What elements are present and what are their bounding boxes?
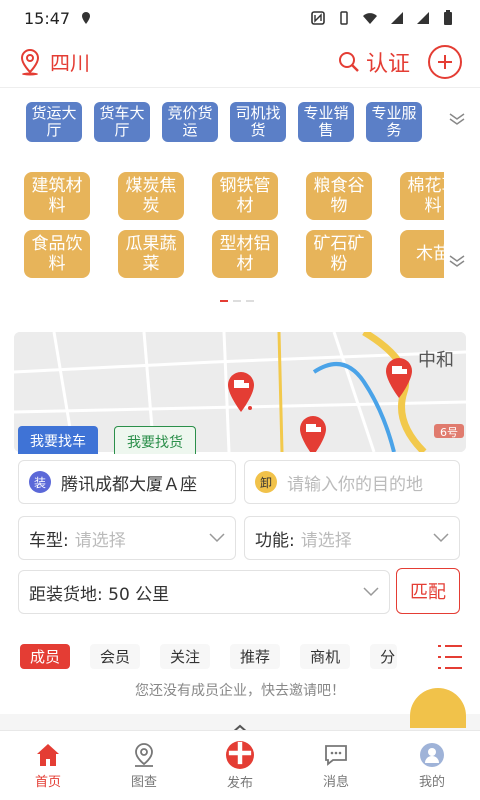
plus-icon [438,54,452,69]
category-food-drink[interactable]: 食品饮料 [24,230,90,278]
page-indicator [220,300,254,302]
member-tabs: 成员 会员 关注 推荐 商机 分 [20,644,398,669]
nav-home-label: 首页 [34,774,61,790]
tab-business[interactable]: 商机 [300,644,351,669]
profile-avatar-icon [420,742,444,767]
category-pro-service[interactable]: 专业服务 [366,102,422,142]
vibrate-icon [340,11,348,25]
nav-messages-label: 消息 [322,774,349,790]
certify-button[interactable]: 认证 [338,46,410,78]
nfc-icon [311,11,325,25]
truck-marker-icon[interactable] [226,372,256,412]
city-name: 四川 [50,51,90,75]
chevron-down-icon [433,533,449,543]
battery-icon [444,10,452,25]
goods-categories: 建筑材料 煤炭焦炭 钢铁管材 粮食谷物 棉花草料 食品饮料 瓜果蔬菜 型材铝材 … [24,172,444,284]
certify-label: 认证 [365,51,410,77]
page-dot [220,300,228,302]
nav-publish[interactable]: 发布 [192,731,288,800]
category-bid-freight[interactable]: 竞价货运 [162,102,218,142]
function-select[interactable]: 功能: 请选择 [244,516,460,560]
app-header: 四川 认证 [0,36,480,88]
nav-profile[interactable]: 我的 [384,731,480,800]
location-pin-icon [20,48,40,75]
distance-select[interactable]: 距装货地: 50 公里 [18,570,390,614]
signal-icon [391,12,403,24]
match-button[interactable]: 匹配 [396,568,460,614]
nav-publish-label: 发布 [226,775,253,791]
tab-more[interactable]: 分 [370,644,398,669]
destination-placeholder: 请输入你的目的地 [287,474,423,495]
add-button[interactable] [428,44,462,79]
truck-marker-icon[interactable] [384,358,414,398]
category-profile-aluminum[interactable]: 型材铝材 [212,230,278,278]
map-place-label: 中和 [418,350,454,371]
truck-type-label: 车型: [29,530,69,551]
category-fruit-veg[interactable]: 瓜果蔬菜 [118,230,184,278]
origin-value: 腾讯成都大厦Ａ座 [61,474,197,495]
distance-value: 距装货地: 50 公里 [29,584,170,605]
list-menu-icon[interactable] [436,642,464,672]
expand-goods-chevron-icon[interactable] [448,254,466,268]
truck-marker-icon[interactable] [298,416,328,452]
map-pin-icon [135,742,153,767]
nav-messages[interactable]: 消息 [288,731,384,800]
page-dot [233,300,241,302]
hall-categories: 货运大厅 货车大厅 竞价货运 司机找货 专业销售 专业服务 [26,102,422,142]
tab-find-cargo[interactable]: 我要找货 [114,426,196,454]
signal-2-icon [417,12,429,24]
function-label: 功能: [255,530,295,551]
publish-plus-icon [226,740,254,769]
city-selector[interactable]: 四川 [18,47,90,76]
tab-members[interactable]: 成员 [20,644,71,669]
nav-map-label: 图查 [130,774,157,790]
category-panel: 货运大厅 货车大厅 竞价货运 司机找货 专业销售 专业服务 建筑材料 煤炭焦炭 … [0,88,480,320]
category-ore-powder[interactable]: 矿石矿粉 [306,230,372,278]
wifi-icon [363,13,377,24]
destination-field[interactable]: 卸 请输入你的目的地 [244,460,460,504]
truck-type-select[interactable]: 车型: 请选择 [18,516,236,560]
category-steel-pipes[interactable]: 钢铁管材 [212,172,278,220]
category-grain[interactable]: 粮食谷物 [306,172,372,220]
chevron-down-icon [209,533,225,543]
chevron-down-icon [363,587,379,597]
location-status-icon [82,12,91,24]
function-placeholder: 请选择 [300,530,352,551]
load-badge: 装 [29,471,51,493]
nav-map-search[interactable]: 图查 [96,731,192,800]
unload-badge: 卸 [255,471,277,493]
nav-home[interactable]: 首页 [0,731,96,800]
truck-type-placeholder: 请选择 [74,530,126,551]
category-pro-sales[interactable]: 专业销售 [298,102,354,142]
tab-recommend[interactable]: 推荐 [230,644,281,669]
nav-profile-label: 我的 [418,774,445,790]
expand-chevron-icon[interactable] [448,112,466,126]
members-section: 成员 会员 关注 推荐 商机 分 您还没有成员企业，快去邀请吧！ [0,632,480,714]
road-number-tag: 6号 [440,426,458,439]
category-freight-hall[interactable]: 货运大厅 [26,102,82,142]
tab-vip[interactable]: 会员 [90,644,141,669]
message-icon [325,744,347,766]
bottom-nav: 首页 图查 发布 消息 我的 [0,730,480,800]
category-truck-hall[interactable]: 货车大厅 [94,102,150,142]
category-wood-seedlings[interactable]: 木苗 [400,230,444,278]
status-bar: 15:47 [0,0,480,36]
category-building-materials[interactable]: 建筑材料 [24,172,90,220]
category-coal-coke[interactable]: 煤炭焦炭 [118,172,184,220]
status-time: 15:47 [24,8,71,28]
tab-find-truck[interactable]: 我要找车 [18,426,98,454]
category-cotton-forage[interactable]: 棉花草料 [400,172,444,220]
page-dot [246,300,254,302]
search-icon [338,51,359,72]
origin-field[interactable]: 装 腾讯成都大厦Ａ座 [18,460,236,504]
home-icon [37,743,59,766]
members-empty-text: 您还没有成员企业，快去邀请吧！ [135,683,345,699]
category-driver-find-cargo[interactable]: 司机找货 [230,102,286,142]
tab-following[interactable]: 关注 [160,644,211,669]
